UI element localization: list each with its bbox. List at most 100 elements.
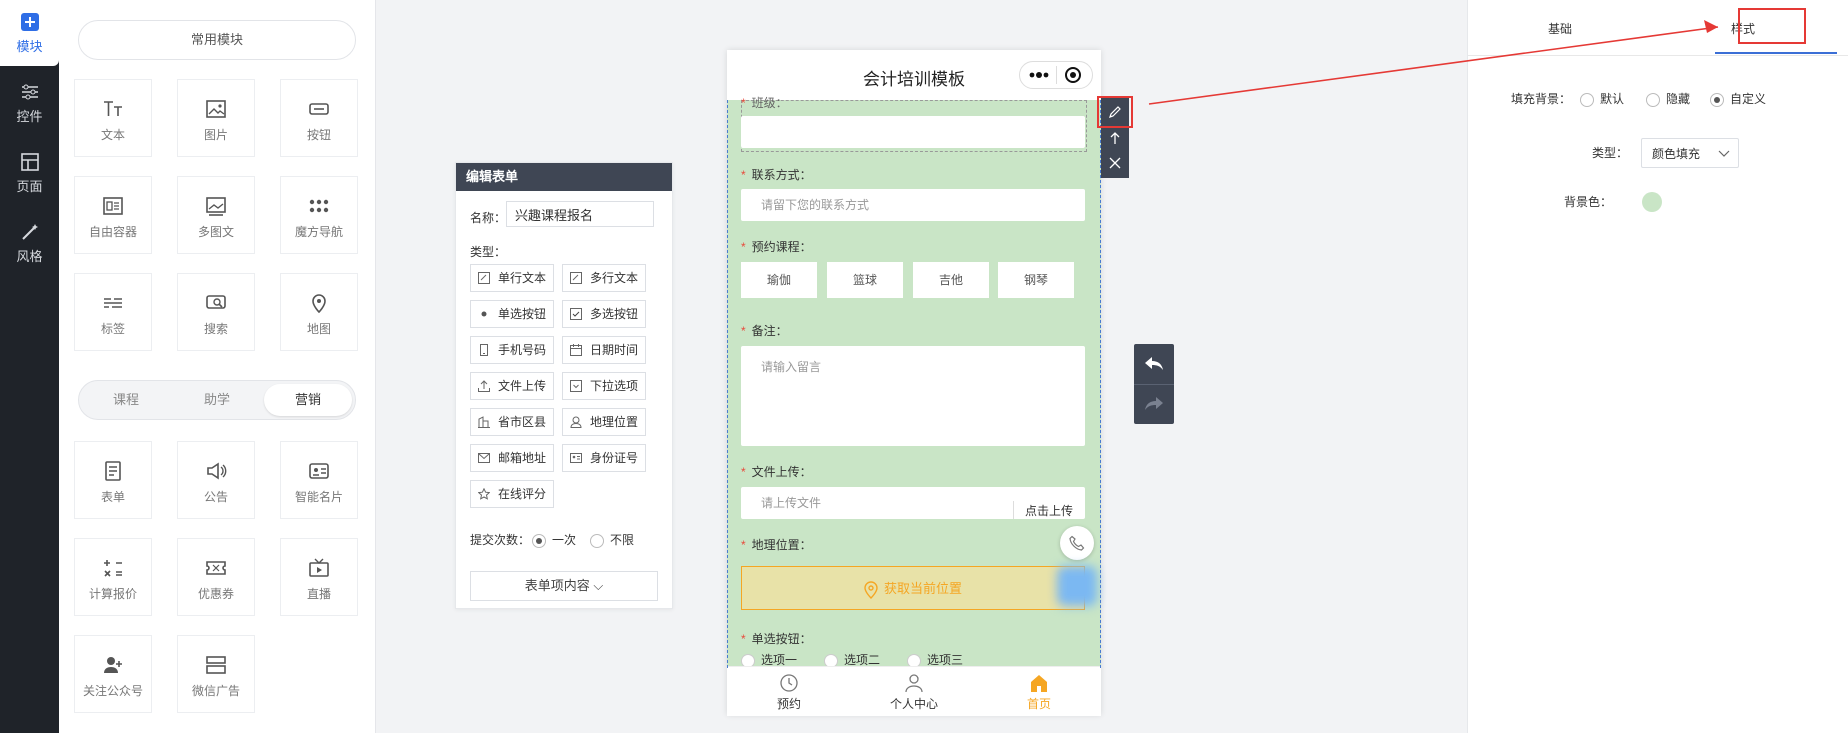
id-card-icon xyxy=(570,453,582,463)
contact-input[interactable]: 请留下您的联系方式 xyxy=(741,189,1085,221)
course-label: * 预约课程： xyxy=(741,238,812,255)
upload-field[interactable]: 请上传文件 点击上传 xyxy=(741,487,1085,519)
required-mark: * xyxy=(741,465,746,479)
type-location[interactable]: 地理位置 xyxy=(562,408,646,436)
redo-icon[interactable] xyxy=(1144,396,1164,412)
tab-booking[interactable]: 预约 xyxy=(727,673,851,712)
type-file-upload[interactable]: 文件上传 xyxy=(470,372,554,400)
nav-item-style[interactable]: 风格 xyxy=(0,210,59,276)
course-chip[interactable]: 吉他 xyxy=(913,262,989,298)
module-multi-image[interactable]: 多图文 xyxy=(177,176,255,254)
tab-home[interactable]: 首页 xyxy=(977,673,1101,712)
type-phone[interactable]: 手机号码 xyxy=(470,336,554,364)
type-email[interactable]: 邮箱地址 xyxy=(470,444,554,472)
move-up-icon[interactable] xyxy=(1108,131,1122,145)
module-search[interactable]: 搜索 xyxy=(177,273,255,351)
building-icon xyxy=(478,416,490,428)
edit-form-title: 编辑表单 xyxy=(456,163,672,191)
required-mark: * xyxy=(741,96,746,110)
type-dropdown[interactable]: 下拉选项 xyxy=(562,372,646,400)
location-icon xyxy=(570,416,582,428)
submit-once-label: 一次 xyxy=(552,533,577,547)
radio-once[interactable] xyxy=(532,533,546,548)
module-form[interactable]: 表单 xyxy=(74,441,152,519)
module-calculator[interactable]: 计算报价 xyxy=(74,538,152,616)
module-coupon[interactable]: 优惠券 xyxy=(177,538,255,616)
radio-option-text: 选项三 xyxy=(927,653,964,667)
tab-profile[interactable]: 个人中心 xyxy=(852,673,976,712)
tab-learning[interactable]: 助学 xyxy=(173,384,261,416)
remark-textarea[interactable]: 请输入留言 xyxy=(741,346,1085,446)
course-label-text: 预约课程： xyxy=(751,240,812,254)
fill-hidden-label: 隐藏 xyxy=(1666,92,1691,106)
radio-custom[interactable] xyxy=(1710,92,1724,107)
module-grid-nav[interactable]: 魔方导航 xyxy=(280,176,358,254)
nav-item-controls[interactable]: 控件 xyxy=(0,70,59,136)
course-chip[interactable]: 钢琴 xyxy=(998,262,1074,298)
layout-icon xyxy=(20,153,39,171)
tab-basic[interactable]: 基础 xyxy=(1548,20,1572,37)
type-single-line[interactable]: 单行文本 xyxy=(470,264,554,292)
bg-color-swatch[interactable] xyxy=(1642,192,1662,212)
multi-image-icon xyxy=(206,197,226,216)
type-multi-line[interactable]: 多行文本 xyxy=(562,264,646,292)
type-datetime[interactable]: 日期时间 xyxy=(562,336,646,364)
type-region[interactable]: 省市区县 xyxy=(470,408,554,436)
get-location-button[interactable]: 获取当前位置 xyxy=(741,566,1085,610)
fill-type-select[interactable]: 颜色填充 xyxy=(1641,138,1739,168)
tab-course[interactable]: 课程 xyxy=(82,384,170,416)
module-follow-account[interactable]: 关注公众号 xyxy=(74,635,152,713)
module-label: 自由容器 xyxy=(88,225,137,239)
module-wechat-ad[interactable]: 微信广告 xyxy=(177,635,255,713)
module-image[interactable]: 图片 xyxy=(177,79,255,157)
form-items-button[interactable]: 表单项内容 ⌵ xyxy=(470,571,658,601)
module-text[interactable]: 文本 xyxy=(74,79,152,157)
form-name-input[interactable] xyxy=(506,201,654,227)
module-tag[interactable]: 标签 xyxy=(74,273,152,351)
nav-item-modules[interactable]: 模块 xyxy=(0,0,59,66)
fill-hidden-option[interactable]: 隐藏 xyxy=(1646,90,1690,107)
submit-unlimited-option[interactable]: 不限 xyxy=(590,531,634,548)
ad-icon xyxy=(206,656,226,674)
upload-icon xyxy=(478,380,490,392)
live-tv-icon xyxy=(309,558,329,577)
module-button[interactable]: 按钮 xyxy=(280,79,358,157)
module-map[interactable]: 地图 xyxy=(280,273,358,351)
tab-booking-label: 预约 xyxy=(776,697,801,711)
module-container[interactable]: 自由容器 xyxy=(74,176,152,254)
calculator-icon xyxy=(104,560,122,577)
fill-default-option[interactable]: 默认 xyxy=(1580,90,1624,107)
submit-once-option[interactable]: 一次 xyxy=(532,531,576,548)
module-smart-card[interactable]: 智能名片 xyxy=(280,441,358,519)
grid-dots-icon xyxy=(309,199,329,213)
required-mark: * xyxy=(741,240,746,254)
upload-button[interactable]: 点击上传 xyxy=(1025,495,1073,527)
type-id-card[interactable]: 身份证号 xyxy=(562,444,646,472)
module-label: 关注公众号 xyxy=(82,684,143,698)
upload-placeholder: 请上传文件 xyxy=(761,496,822,510)
close-icon[interactable] xyxy=(1108,156,1122,170)
module-live[interactable]: 直播 xyxy=(280,538,358,616)
phone-call-button[interactable] xyxy=(1060,526,1094,560)
undo-icon[interactable] xyxy=(1144,356,1164,372)
nav-item-pages[interactable]: 页面 xyxy=(0,140,59,206)
course-chip[interactable]: 瑜伽 xyxy=(741,262,817,298)
course-chip[interactable]: 篮球 xyxy=(827,262,903,298)
type-radio[interactable]: 单选按钮 xyxy=(470,300,554,328)
module-label: 计算报价 xyxy=(88,587,137,601)
more-dots-icon[interactable] xyxy=(1028,71,1050,79)
class-input[interactable] xyxy=(741,116,1085,148)
radio-default[interactable] xyxy=(1580,92,1594,107)
close-circle-icon[interactable] xyxy=(1064,66,1082,84)
type-rating[interactable]: 在线评分 xyxy=(470,480,554,508)
type-checkbox[interactable]: 多选按钮 xyxy=(562,300,646,328)
radio-hidden[interactable] xyxy=(1646,92,1660,107)
module-notice[interactable]: 公告 xyxy=(177,441,255,519)
tab-marketing[interactable]: 营销 xyxy=(264,384,352,416)
fill-custom-option[interactable]: 自定义 xyxy=(1710,90,1766,107)
capsule-menu[interactable] xyxy=(1019,61,1093,89)
edit-icon xyxy=(570,272,582,284)
common-modules-header[interactable]: 常用模块 xyxy=(78,20,356,60)
floating-blue-widget[interactable] xyxy=(1057,566,1097,606)
radio-unlimited[interactable] xyxy=(590,533,604,548)
